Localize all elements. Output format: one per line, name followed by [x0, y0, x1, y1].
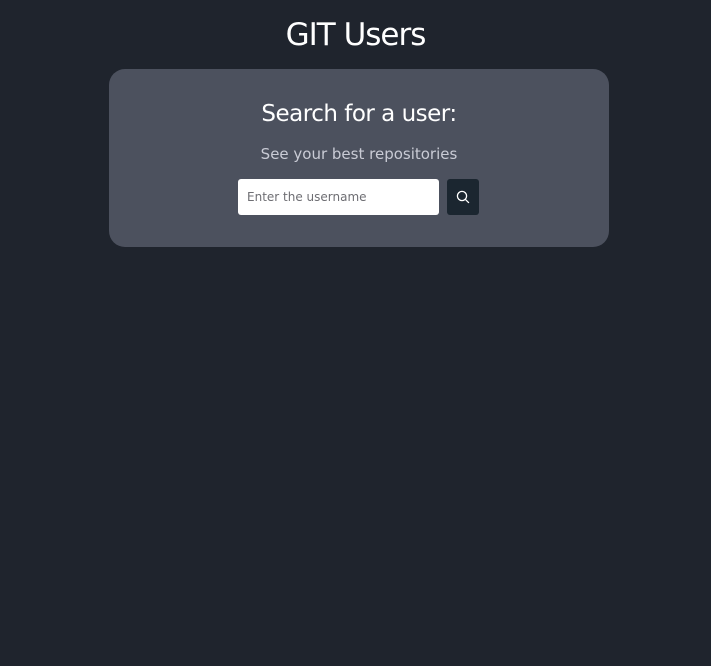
search-icon [455, 189, 471, 205]
search-button[interactable] [447, 179, 479, 215]
search-card: Search for a user: See your best reposit… [109, 69, 609, 247]
search-subheading: See your best repositories [260, 145, 458, 163]
username-search-input[interactable] [238, 179, 439, 215]
page-title: GIT Users [285, 17, 427, 53]
search-heading: Search for a user: [261, 101, 457, 127]
